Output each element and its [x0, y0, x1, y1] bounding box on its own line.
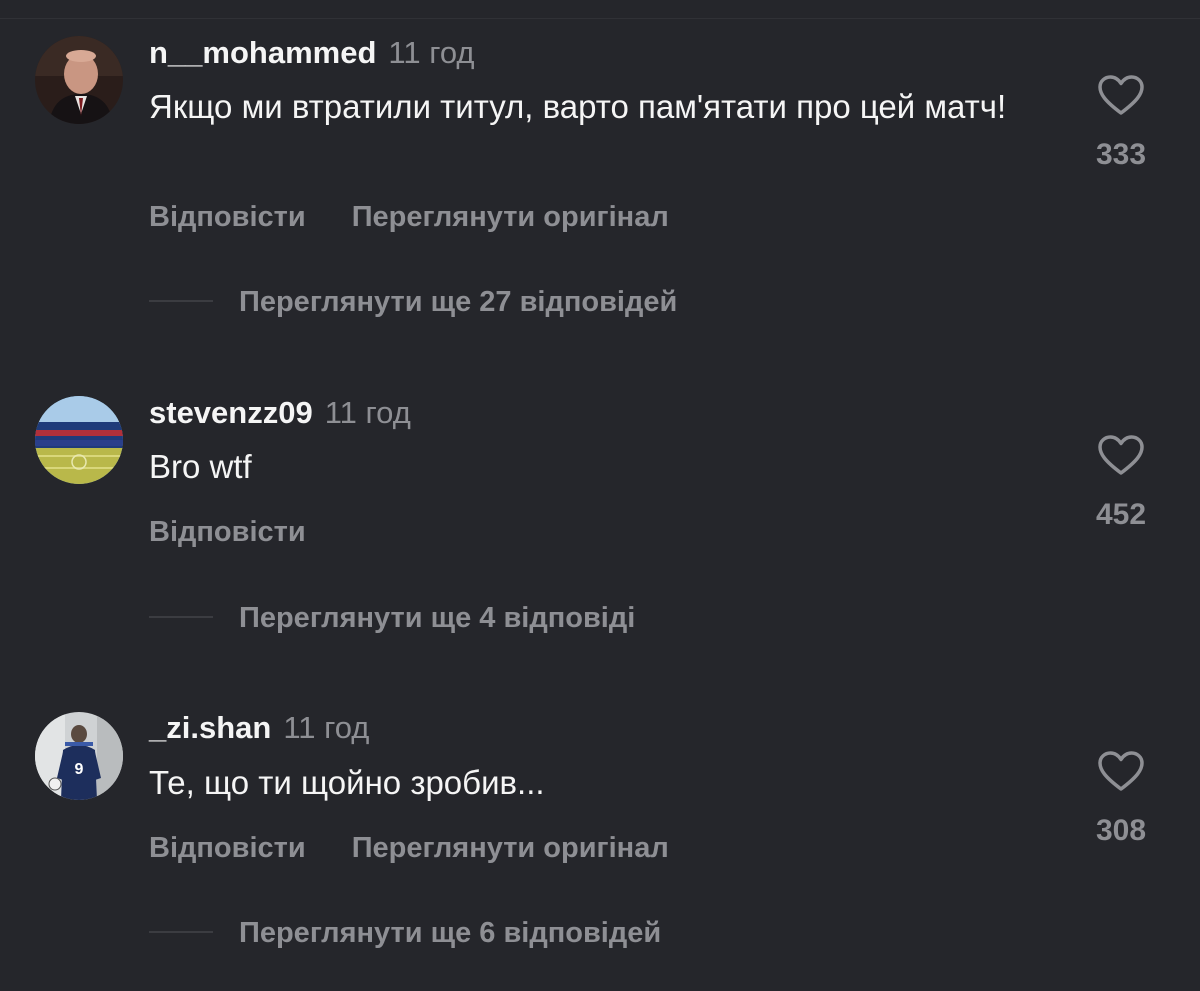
comment-header: stevenzz09 11 год [149, 395, 411, 431]
heart-icon[interactable] [1097, 434, 1145, 476]
view-replies-label: Переглянути ще 27 відповідей [239, 286, 678, 318]
view-original-button[interactable]: Переглянути оригінал [352, 831, 669, 865]
like-count: 308 [1095, 814, 1147, 847]
username[interactable]: n__mohammed [149, 35, 376, 70]
comment-header: n__mohammed 11 год [149, 35, 474, 71]
comment-actions: Відповісти Переглянути оригінал [149, 200, 669, 234]
replies-divider-line [149, 931, 213, 934]
replies-divider-line [149, 616, 213, 619]
avatar-image [35, 396, 123, 484]
avatar[interactable] [35, 396, 123, 484]
username[interactable]: stevenzz09 [149, 395, 313, 430]
timestamp: 11 год [388, 35, 475, 70]
comment-actions: Відповісти Переглянути оригінал [149, 831, 669, 865]
timestamp: 11 год [324, 395, 411, 430]
like-area: 333 [1086, 74, 1156, 172]
avatar-image [35, 36, 123, 124]
avatar-jersey-number: 9 [75, 761, 84, 778]
like-area: 308 [1086, 750, 1156, 848]
comment-actions: Відповісти [149, 515, 306, 549]
view-replies-button[interactable]: Переглянути ще 6 відповідей [149, 916, 661, 950]
username[interactable]: _zi.shan [149, 710, 271, 745]
reply-button[interactable]: Відповісти [149, 200, 306, 234]
avatar[interactable]: 9 [35, 712, 123, 800]
view-original-button[interactable]: Переглянути оригінал [352, 200, 669, 234]
like-count: 333 [1095, 138, 1147, 171]
avatar[interactable] [35, 36, 123, 124]
reply-button[interactable]: Відповісти [149, 515, 306, 549]
top-divider [0, 18, 1200, 19]
comment-text: Якщо ми втратили титул, варто пам'ятати … [149, 88, 1007, 125]
view-replies-label: Переглянути ще 6 відповідей [239, 917, 662, 949]
view-replies-button[interactable]: Переглянути ще 4 відповіді [149, 601, 635, 635]
avatar-image: 9 [35, 712, 123, 800]
comment-text: Те, що ти щойно зробив... [149, 764, 545, 801]
view-replies-label: Переглянути ще 4 відповіді [239, 602, 636, 634]
timestamp: 11 год [283, 710, 370, 745]
reply-button[interactable]: Відповісти [149, 831, 306, 865]
heart-icon[interactable] [1097, 74, 1145, 116]
heart-icon[interactable] [1097, 750, 1145, 792]
comment-header: _zi.shan 11 год [149, 710, 369, 746]
replies-divider-line [149, 300, 213, 303]
like-area: 452 [1086, 434, 1156, 532]
view-replies-button[interactable]: Переглянути ще 27 відповідей [149, 285, 677, 319]
comment-text: Bro wtf [149, 448, 252, 485]
like-count: 452 [1095, 498, 1147, 531]
